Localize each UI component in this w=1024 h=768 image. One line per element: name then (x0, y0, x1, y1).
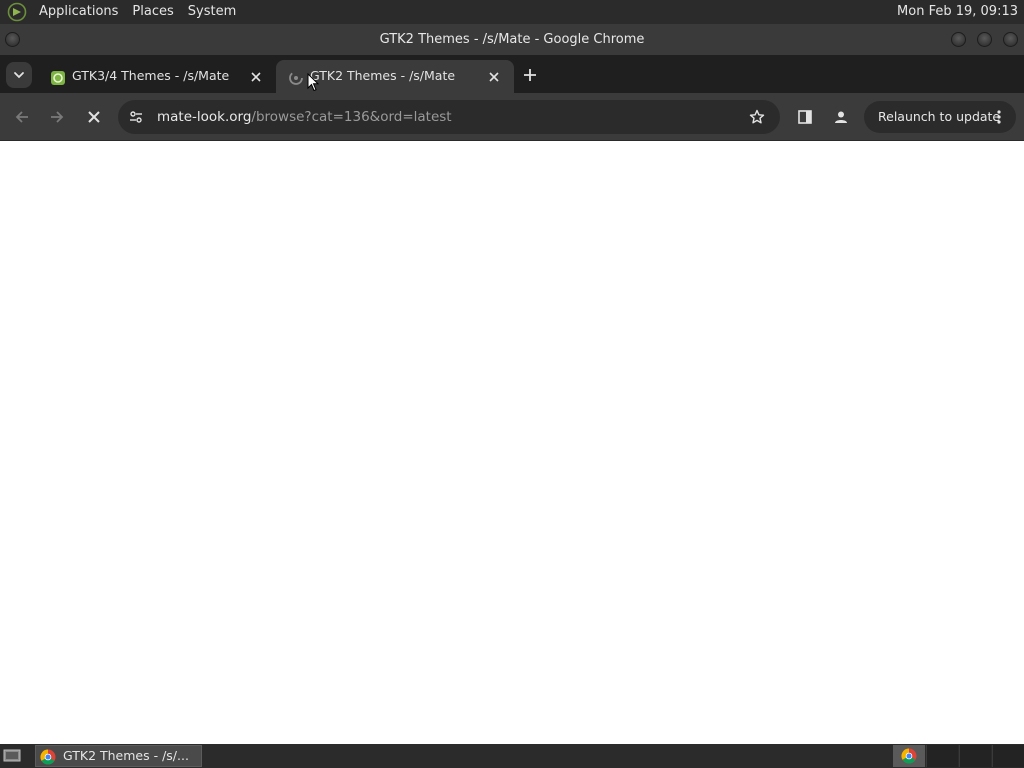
chevron-down-icon (14, 72, 24, 79)
arrow-right-icon (51, 111, 64, 123)
tab-strip: GTK3/4 Themes - /s/Mate GTK2 Themes - /s… (0, 55, 1024, 93)
close-tab-icon[interactable] (486, 69, 502, 85)
browser-toolbar: mate-look.org/browse?cat=136&ord=latest … (0, 93, 1024, 141)
back-button[interactable] (10, 105, 34, 129)
profile-button[interactable] (829, 105, 853, 129)
arrow-left-icon (15, 111, 28, 123)
relaunch-to-update-button[interactable]: Relaunch to update (864, 101, 1016, 133)
taskbar-window-button[interactable]: GTK2 Themes - /s/... (35, 745, 202, 767)
tab-title: GTK2 Themes - /s/Mate (310, 68, 456, 83)
applications-menu[interactable]: Applications (32, 0, 125, 24)
tab-search-button[interactable] (6, 62, 32, 88)
side-panel-icon (798, 110, 812, 124)
maximize-button[interactable] (977, 32, 992, 47)
close-window-button[interactable] (1003, 32, 1018, 47)
panel-clock[interactable]: Mon Feb 19, 09:13 (897, 0, 1018, 24)
close-tab-icon[interactable] (248, 69, 264, 85)
taskbar-window-label: GTK2 Themes - /s/... (63, 748, 189, 763)
minimize-button[interactable] (951, 32, 966, 47)
tray-chrome-icon[interactable] (893, 745, 925, 767)
address-bar[interactable]: mate-look.org/browse?cat=136&ord=latest (118, 100, 780, 134)
workspace-3[interactable] (992, 745, 1024, 767)
tab-title: GTK3/4 Themes - /s/Mate (72, 68, 230, 83)
url-path: /browse?cat=136&ord=latest (251, 109, 452, 125)
bookmark-star-icon[interactable] (748, 108, 766, 126)
side-panel-button[interactable] (793, 105, 817, 129)
window-titlebar[interactable]: GTK2 Themes - /s/Mate - Google Chrome (0, 24, 1024, 55)
mate-look-favicon (51, 71, 65, 85)
show-desktop-icon[interactable] (2, 747, 22, 765)
tab-gtk34-themes[interactable]: GTK3/4 Themes - /s/Mate (38, 60, 276, 93)
more-menu-icon[interactable] (990, 108, 1008, 126)
close-icon (88, 111, 100, 123)
relaunch-label: Relaunch to update (878, 109, 1001, 124)
top-panel: Applications Places System Mon Feb 19, 0… (0, 0, 1024, 24)
bottom-panel: GTK2 Themes - /s/... (0, 744, 1024, 768)
site-info-icon[interactable] (127, 108, 145, 126)
new-tab-button[interactable] (519, 64, 541, 86)
chrome-icon (40, 749, 56, 765)
mouse-cursor-icon (307, 73, 319, 92)
plus-icon (524, 69, 536, 81)
workspace-2[interactable] (959, 745, 991, 767)
profile-icon (835, 111, 847, 123)
page-content[interactable] (0, 141, 1024, 744)
workspace-1[interactable] (926, 745, 958, 767)
loading-spinner-icon (289, 71, 303, 85)
system-menu[interactable]: System (181, 0, 243, 24)
places-menu[interactable]: Places (125, 0, 180, 24)
url-host: mate-look.org (157, 109, 252, 125)
stop-loading-button[interactable] (82, 105, 106, 129)
forward-button[interactable] (45, 105, 69, 129)
mate-logo-icon[interactable] (7, 2, 27, 22)
window-title: GTK2 Themes - /s/Mate - Google Chrome (379, 32, 645, 47)
url-text[interactable]: mate-look.org/browse?cat=136&ord=latest (157, 100, 452, 134)
